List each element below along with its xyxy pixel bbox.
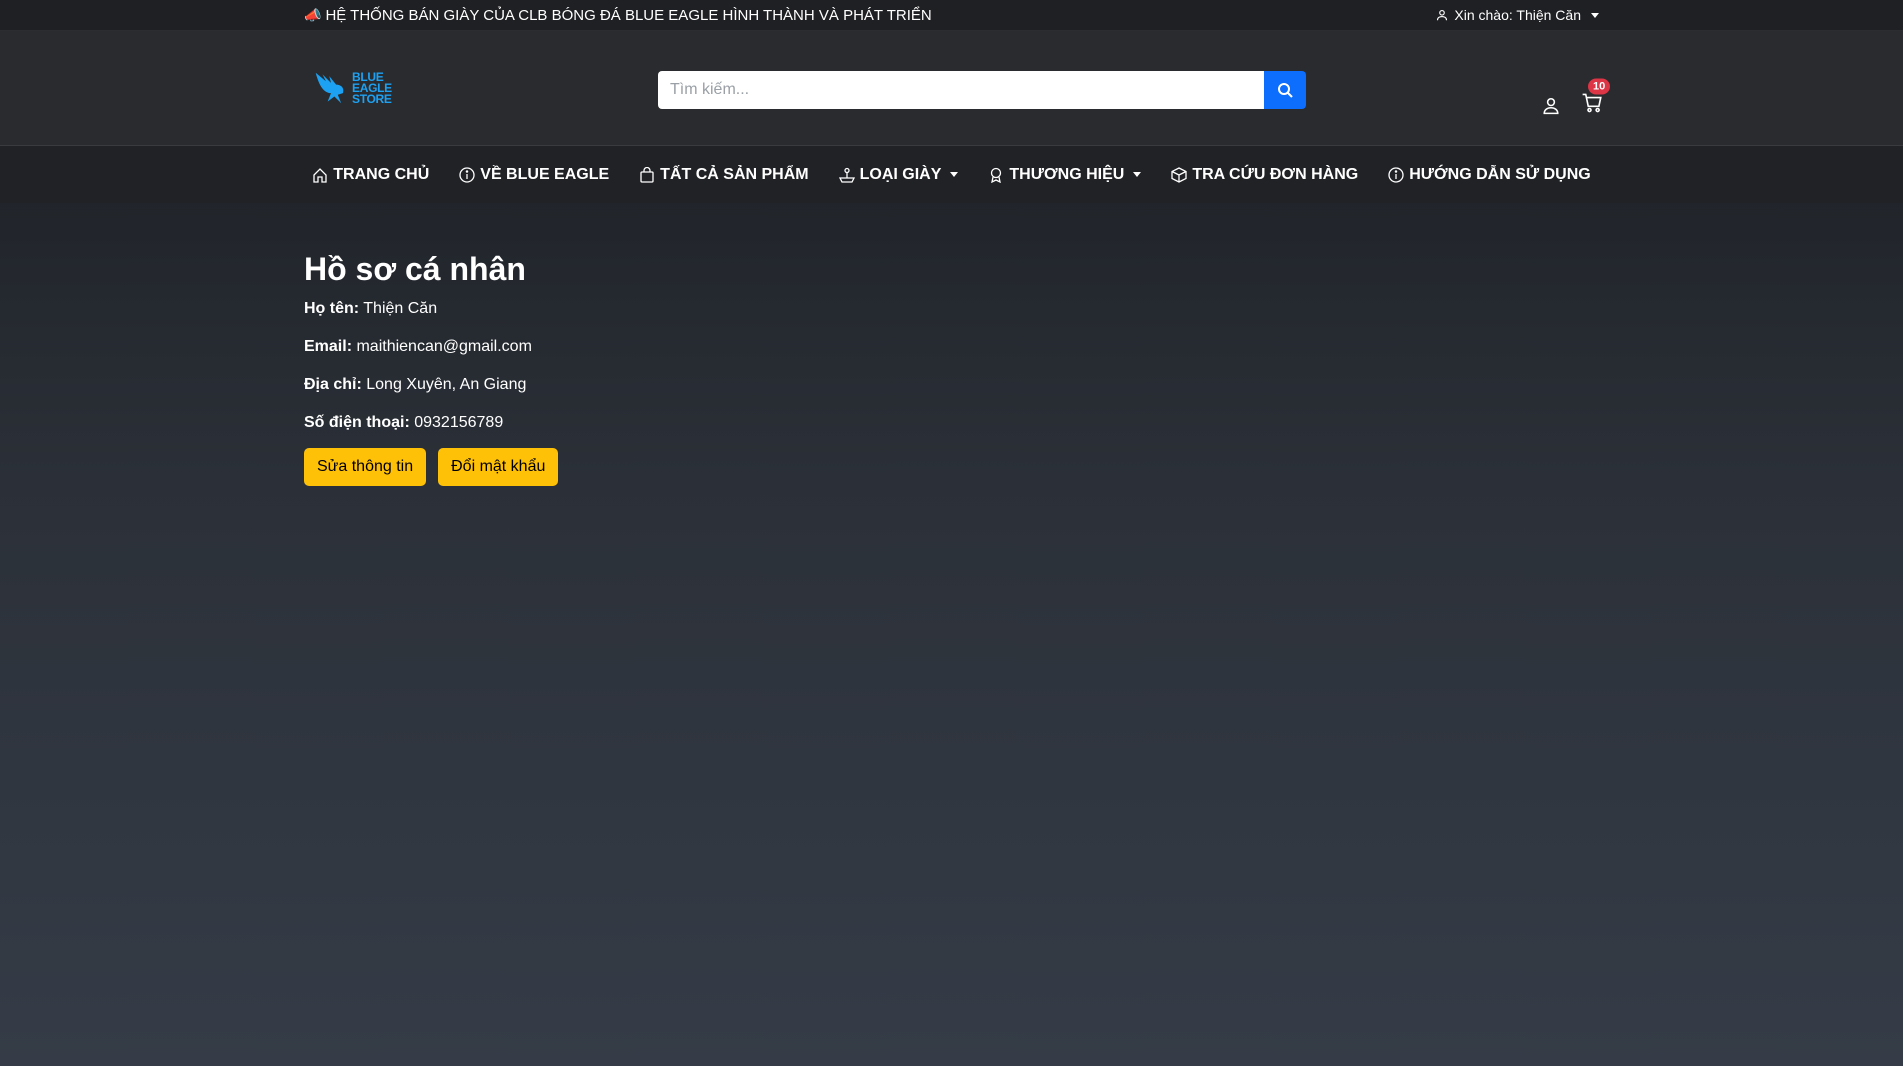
search-bar [658, 71, 1306, 109]
joystick-icon [838, 167, 855, 183]
nav-label: VỀ BLUE EAGLE [480, 165, 610, 183]
email-value: maithiencan@gmail.com [356, 338, 532, 355]
address-field: Địa chỉ: Long Xuyên, An Giang [304, 376, 1903, 394]
name-value: Thiện Căn [363, 300, 438, 317]
cart-button[interactable]: 10 [1582, 78, 1611, 118]
user-greeting-dropdown[interactable]: Xin chào: Thiện Căn [1436, 7, 1599, 23]
nav-item-order-lookup[interactable]: TRA CỨU ĐƠN HÀNG [1171, 166, 1358, 184]
greeting-text: Xin chào: Thiện Căn [1454, 7, 1581, 23]
top-bar: 📣 HỆ THỐNG BÁN GIÀY CỦA CLB BÓNG ĐÁ BLUE… [0, 0, 1903, 31]
nav-item-home[interactable]: TRANG CHỦ [312, 166, 429, 184]
phone-label: Số điện thoại: [304, 414, 410, 431]
email-field: Email: maithiencan@gmail.com [304, 338, 1903, 356]
announcement-text: HỆ THỐNG BÁN GIÀY CỦA CLB BÓNG ĐÁ BLUE E… [325, 6, 932, 24]
cart-icon [1582, 93, 1602, 113]
address-value: Long Xuyên, An Giang [366, 376, 527, 393]
box-icon [1171, 166, 1187, 183]
nav-label: TRA CỨU ĐƠN HÀNG [1192, 165, 1359, 183]
phone-field: Số điện thoại: 0932156789 [304, 414, 1903, 432]
home-icon [313, 167, 327, 183]
search-button[interactable] [1264, 71, 1306, 109]
edit-profile-button[interactable]: Sửa thông tin [304, 448, 427, 486]
name-field: Họ tên: Thiện Căn [304, 300, 1903, 318]
nav-item-shoe-types[interactable]: LOẠI GIÀY [838, 165, 959, 184]
nav-label: HƯỚNG DẪN SỬ DỤNG [1409, 165, 1591, 183]
nav-label: LOẠI GIÀY [859, 165, 942, 183]
nav-item-about[interactable]: VỀ BLUE EAGLE [459, 166, 609, 184]
award-icon [991, 167, 1002, 183]
logo-text: BLUE EAGLE STORE [352, 71, 392, 106]
site-header: BLUE EAGLE STORE 10 [0, 31, 1903, 146]
nav-label: TRANG CHỦ [333, 165, 430, 183]
nav-item-brands[interactable]: THƯƠNG HIỆU [988, 165, 1142, 184]
phone-value: 0932156789 [414, 414, 504, 431]
main-nav: TRANG CHỦ VỀ BLUE EAGLE TẤT CẢ SẢN PHẨM … [0, 146, 1903, 203]
account-icon[interactable] [1542, 96, 1560, 114]
chevron-down-icon [1133, 172, 1142, 177]
info-icon [1388, 166, 1404, 183]
cart-count-badge: 10 [1588, 78, 1611, 95]
address-label: Địa chỉ: [304, 376, 362, 393]
profile-section: Hồ sơ cá nhân Họ tên: Thiện Căn Email: m… [0, 203, 1903, 486]
page-title: Hồ sơ cá nhân [304, 251, 526, 287]
change-password-button[interactable]: Đổi mật khẩu [438, 448, 559, 486]
chevron-down-icon [1591, 12, 1599, 18]
nav-item-all-products[interactable]: TẤT CẢ SẢN PHẨM [639, 165, 809, 184]
megaphone-icon: 📣 [304, 6, 322, 23]
user-icon [1437, 9, 1448, 21]
nav-label: THƯƠNG HIỆU [1009, 165, 1125, 183]
header-icons: 10 [1542, 78, 1611, 118]
logo-line-3: STORE [352, 91, 392, 106]
profile-actions: Sửa thông tin Đổi mật khẩu [304, 448, 1903, 486]
search-icon [1278, 83, 1293, 98]
nav-label: TẤT CẢ SẢN PHẨM [660, 165, 809, 183]
bag-icon [640, 166, 654, 183]
chevron-down-icon [950, 172, 959, 177]
store-logo[interactable]: BLUE EAGLE STORE [314, 68, 404, 108]
email-label: Email: [304, 338, 353, 355]
info-icon [459, 166, 475, 183]
search-input[interactable] [658, 71, 1264, 109]
nav-item-user-guide[interactable]: HƯỚNG DẪN SỬ DỤNG [1388, 166, 1591, 184]
eagle-logo-icon [315, 72, 344, 104]
name-label: Họ tên: [304, 300, 360, 317]
announcement: 📣 HỆ THỐNG BÁN GIÀY CỦA CLB BÓNG ĐÁ BLUE… [304, 7, 932, 24]
